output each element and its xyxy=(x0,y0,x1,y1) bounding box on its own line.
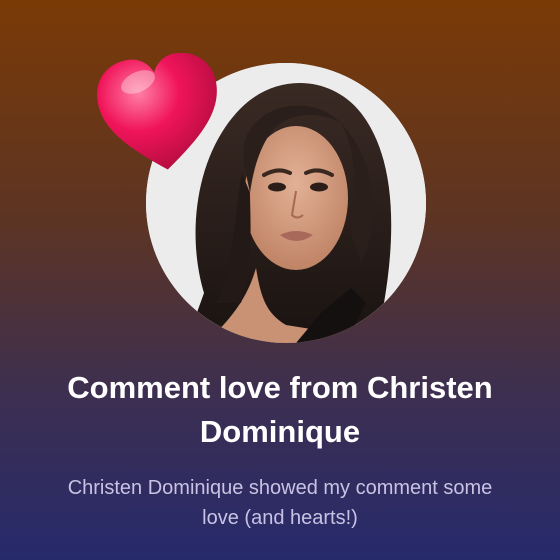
notification-message: Christen Dominique showed my comment som… xyxy=(67,477,493,529)
notification-card: Comment love from Christen Dominique Chr… xyxy=(0,0,560,560)
heart-icon xyxy=(92,50,228,180)
notification-title: Comment love from Christen Dominique xyxy=(67,370,493,449)
